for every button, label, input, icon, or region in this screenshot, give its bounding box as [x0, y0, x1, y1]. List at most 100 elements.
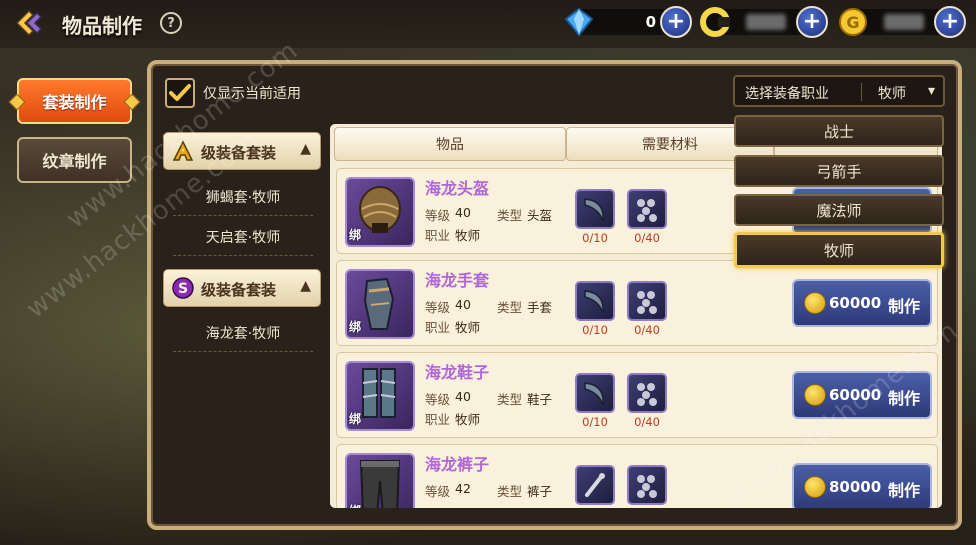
item-name: 海龙手套 — [425, 271, 490, 290]
chevron-up-icon: ▲ — [300, 278, 311, 294]
svg-text:G: G — [846, 13, 859, 32]
material-slot-2[interactable] — [627, 373, 667, 413]
diamond-icon — [564, 7, 594, 37]
diamond-amount: 0 — [645, 13, 656, 31]
craft-label: 制作 — [888, 297, 921, 316]
grade-s-icon: S — [172, 277, 194, 299]
gold-amount-blurred — [884, 14, 924, 30]
helmet-item-icon[interactable]: 绑 — [345, 177, 415, 247]
type-label: 类型 — [497, 484, 523, 499]
material-2-count: 0/40 — [634, 323, 660, 337]
bone-material-icon — [585, 473, 605, 497]
claw-material-icon — [584, 290, 604, 314]
type-value: 鞋子 — [527, 392, 553, 407]
material-slot-1[interactable] — [575, 189, 615, 229]
material-2-count: 0/40 — [634, 231, 660, 245]
job-select-dropdown[interactable]: 选择装备职业 牧师 ▾ — [733, 75, 945, 107]
bind-tag: 绑 — [349, 502, 361, 508]
material-slot-2[interactable] — [627, 281, 667, 321]
level-value: 40 — [455, 205, 471, 220]
back-arrow-icon — [15, 9, 43, 37]
type-value: 手套 — [527, 300, 553, 315]
tab-set-crafting[interactable]: 套装制作 — [8, 78, 141, 124]
pants-icon — [359, 460, 401, 508]
add-gold-button[interactable]: + — [934, 6, 966, 38]
claw-material-icon — [584, 198, 604, 222]
chevron-up-icon: ▲ — [300, 141, 311, 157]
job-select-label: 选择装备职业 — [745, 86, 829, 102]
material-1-count: 0/10 — [582, 415, 608, 429]
add-coupon-button[interactable]: + — [796, 6, 828, 38]
craft-cost: 60000 — [829, 294, 882, 312]
job-option-warrior[interactable]: 战士 — [734, 115, 944, 147]
coupon-icon — [700, 7, 730, 37]
scale-material-icon — [637, 383, 657, 406]
checkmark-icon — [169, 84, 191, 101]
show-applicable-checkbox[interactable] — [165, 78, 195, 108]
tab-emblem-crafting-label: 纹章制作 — [42, 152, 107, 171]
scale-material-icon — [637, 475, 657, 498]
job-select-divider — [861, 83, 862, 101]
add-diamond-button[interactable]: + — [660, 6, 692, 38]
job-select-value: 牧师 — [878, 86, 906, 102]
bind-tag: 绑 — [349, 320, 362, 334]
type-label: 类型 — [497, 392, 523, 407]
gold-coin-icon — [804, 292, 826, 314]
level-value: 40 — [455, 297, 471, 312]
item-name: 海龙裤子 — [425, 455, 490, 474]
level-value: 40 — [455, 389, 471, 404]
claw-material-icon — [584, 382, 604, 406]
level-label: 等级 — [425, 208, 451, 223]
coupon-currency: + — [700, 6, 828, 38]
job-label: 职业 — [425, 412, 451, 427]
gold-coin-icon: G — [839, 8, 867, 36]
craft-cost: 80000 — [829, 478, 882, 496]
type-value: 头盔 — [527, 208, 553, 223]
back-button[interactable] — [12, 7, 48, 39]
level-value: 42 — [455, 481, 471, 496]
gold-coin-icon — [804, 476, 826, 498]
svg-text:S: S — [178, 281, 188, 297]
job-option-mage[interactable]: 魔法师 — [734, 194, 944, 226]
category-s-grade-header[interactable]: S 级装备套装 ▲ — [163, 269, 321, 307]
level-label: 等级 — [425, 392, 451, 407]
craft-button[interactable]: 80000 制作 — [792, 463, 932, 508]
diamond-currency: 0 + — [564, 6, 692, 38]
boots-item-icon[interactable]: 绑 — [345, 361, 415, 431]
material-slot-1[interactable] — [575, 373, 615, 413]
job-option-priest[interactable]: 牧师 — [734, 232, 944, 268]
table-row: 绑 海龙裤子 等级 42 类型 裤子 80000 制作 — [336, 444, 938, 508]
material-slot-2[interactable] — [627, 465, 667, 505]
job-value: 牧师 — [455, 228, 481, 243]
category-item-sea-dragon[interactable]: 海龙套·牧师 — [173, 314, 313, 352]
scale-material-icon — [637, 291, 657, 314]
category-s-label: 级装备套装 — [201, 281, 277, 299]
level-label: 等级 — [425, 300, 451, 315]
chevron-down-icon: ▾ — [927, 83, 935, 99]
material-2-count: 0/40 — [634, 415, 660, 429]
material-slot-2[interactable] — [627, 189, 667, 229]
material-slot-1[interactable] — [575, 465, 615, 505]
category-item-apocalypse[interactable]: 天启套·牧师 — [173, 218, 313, 256]
help-button[interactable]: ? — [160, 12, 182, 34]
item-name: 海龙头盔 — [425, 179, 490, 198]
pants-item-icon[interactable]: 绑 — [345, 453, 415, 508]
material-1-count: 0/10 — [582, 231, 608, 245]
gold-currency: G + — [839, 6, 966, 38]
bind-tag: 绑 — [349, 412, 362, 426]
job-value: 牧师 — [455, 320, 481, 335]
type-label: 类型 — [497, 300, 523, 315]
column-header-item: 物品 — [334, 127, 566, 161]
craft-button[interactable]: 60000 制作 — [792, 279, 932, 327]
craft-label: 制作 — [888, 481, 921, 500]
coupon-amount-blurred — [746, 14, 786, 30]
top-bar: 物品制作 ? 0 + + G + — [0, 0, 976, 48]
job-label: 职业 — [425, 228, 451, 243]
job-option-archer[interactable]: 弓箭手 — [734, 155, 944, 187]
level-label: 等级 — [425, 484, 451, 499]
tab-set-crafting-label: 套装制作 — [42, 93, 107, 112]
page-title: 物品制作 — [62, 14, 142, 38]
material-slot-1[interactable] — [575, 281, 615, 321]
bind-tag: 绑 — [349, 228, 362, 242]
gloves-item-icon[interactable]: 绑 — [345, 269, 415, 339]
